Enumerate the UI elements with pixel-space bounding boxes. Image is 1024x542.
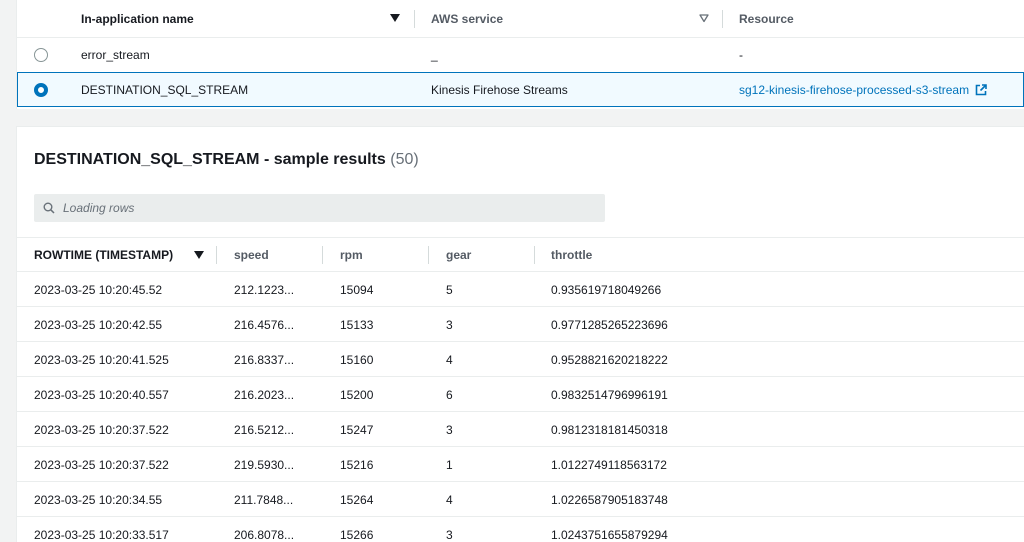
column-header-service-label: AWS service	[431, 12, 504, 26]
cell-rpm: 15216	[340, 457, 374, 472]
caret-outline-down-icon[interactable]	[699, 14, 709, 23]
table-row[interactable]: 2023-03-25 10:20:41.525 216.8337... 1516…	[17, 342, 1024, 377]
cell-gear: 4	[446, 352, 453, 367]
resource-link[interactable]: sg12-kinesis-firehose-processed-s3-strea…	[739, 83, 969, 97]
column-header-rowtime[interactable]: ROWTIME (TIMESTAMP)	[34, 238, 173, 271]
cell-speed: 206.8078...	[234, 527, 295, 542]
streams-table: In-application name AWS service Resource…	[16, 0, 1024, 109]
cell-rpm: 15264	[340, 492, 374, 507]
cell-speed: 216.5212...	[234, 422, 295, 437]
column-header-rpm[interactable]: rpm	[340, 238, 363, 271]
column-header-throttle-label: throttle	[551, 247, 593, 262]
column-divider[interactable]	[216, 246, 217, 264]
table-row[interactable]: 2023-03-25 10:20:37.522 219.5930... 1521…	[17, 447, 1024, 482]
cell-speed: 211.7848...	[234, 492, 294, 507]
cell-speed: 212.1223...	[234, 282, 295, 297]
column-header-throttle[interactable]: throttle	[551, 238, 592, 271]
column-header-resource-label: Resource	[739, 12, 794, 26]
cell-rpm: 15266	[340, 527, 374, 542]
column-header-rowtime-label: ROWTIME (TIMESTAMP)	[34, 247, 174, 262]
cell-speed: 219.5930...	[234, 457, 295, 472]
stream-service: _	[431, 48, 438, 62]
cell-rowtime: 2023-03-25 10:20:42.55	[34, 317, 163, 332]
column-header-resource[interactable]: Resource	[739, 0, 794, 38]
column-divider[interactable]	[722, 10, 723, 28]
cell-rowtime: 2023-03-25 10:20:45.52	[34, 282, 163, 297]
column-header-name-label: In-application name	[81, 12, 194, 26]
column-divider[interactable]	[322, 246, 323, 264]
cell-rpm: 15094	[340, 282, 374, 297]
cell-gear: 3	[446, 317, 453, 332]
search-box[interactable]	[34, 194, 605, 222]
sample-results-panel: DESTINATION_SQL_STREAM - sample results …	[16, 126, 1024, 542]
results-count: (50)	[390, 151, 419, 168]
column-header-gear[interactable]: gear	[446, 238, 471, 271]
radio-button-selected[interactable]	[34, 83, 48, 97]
table-row[interactable]: 2023-03-25 10:20:34.55 211.7848... 15264…	[17, 482, 1024, 517]
stream-name: DESTINATION_SQL_STREAM	[81, 82, 249, 97]
cell-gear: 3	[446, 527, 453, 542]
cell-throttle: 0.9771285265223696	[551, 317, 668, 332]
stream-name: error_stream	[81, 48, 150, 62]
external-link-icon[interactable]	[975, 83, 987, 96]
cell-gear: 4	[446, 492, 453, 507]
cell-rowtime: 2023-03-25 10:20:34.55	[34, 492, 163, 507]
column-divider[interactable]	[414, 10, 415, 28]
stream-resource: -	[739, 48, 743, 62]
cell-gear: 3	[446, 422, 453, 437]
table-row[interactable]: 2023-03-25 10:20:40.557 216.2023... 1520…	[17, 377, 1024, 412]
caret-down-icon[interactable]	[194, 251, 204, 260]
search-input[interactable]	[63, 201, 543, 215]
cell-rpm: 15247	[340, 422, 374, 437]
cell-throttle: 1.0243751655879294	[551, 527, 668, 542]
cell-gear: 6	[446, 387, 453, 402]
cell-rowtime: 2023-03-25 10:20:41.525	[34, 352, 169, 367]
results-title-text: DESTINATION_SQL_STREAM - sample results	[34, 151, 386, 168]
column-header-name[interactable]: In-application name	[81, 0, 194, 38]
cell-rpm: 15160	[340, 352, 374, 367]
column-header-service[interactable]: AWS service	[431, 0, 503, 38]
stream-row-destination[interactable]: DESTINATION_SQL_STREAM Kinesis Firehose …	[17, 72, 1024, 107]
caret-down-icon[interactable]	[390, 14, 400, 23]
cell-rowtime: 2023-03-25 10:20:37.522	[34, 422, 169, 437]
cell-gear: 5	[446, 282, 453, 297]
radio-button[interactable]	[34, 48, 48, 62]
stream-resource-cell: sg12-kinesis-firehose-processed-s3-strea…	[739, 73, 987, 106]
column-divider[interactable]	[428, 246, 429, 264]
cell-throttle: 0.9528821620218222	[551, 352, 668, 367]
cell-throttle: 0.935619718049266	[551, 282, 662, 297]
column-header-speed[interactable]: speed	[234, 238, 269, 271]
column-divider[interactable]	[534, 246, 535, 264]
table-row[interactable]: 2023-03-25 10:20:37.522 216.5212... 1524…	[17, 412, 1024, 447]
stream-row-error[interactable]: error_stream _ -	[17, 38, 1024, 73]
cell-rowtime: 2023-03-25 10:20:40.557	[34, 387, 169, 402]
cell-speed: 216.4576...	[234, 317, 295, 332]
table-row[interactable]: 2023-03-25 10:20:33.517 206.8078... 1526…	[17, 517, 1024, 542]
search-icon	[43, 202, 55, 214]
cell-speed: 216.2023...	[234, 387, 295, 402]
table-row[interactable]: 2023-03-25 10:20:42.55 216.4576... 15133…	[17, 307, 1024, 342]
cell-rpm: 15200	[340, 387, 374, 402]
table-row[interactable]: 2023-03-25 10:20:45.52 212.1223... 15094…	[17, 272, 1024, 307]
streams-table-header: In-application name AWS service Resource	[17, 0, 1024, 38]
column-header-speed-label: speed	[234, 247, 269, 262]
stream-service: Kinesis Firehose Streams	[431, 82, 568, 97]
cell-gear: 1	[446, 457, 453, 472]
results-table-header: ROWTIME (TIMESTAMP) speed rpm gear throt…	[17, 237, 1024, 272]
cell-throttle: 0.9812318181450318	[551, 422, 668, 437]
cell-throttle: 0.9832514796996191	[551, 387, 668, 402]
cell-rpm: 15133	[340, 317, 374, 332]
cell-rowtime: 2023-03-25 10:20:37.522	[34, 457, 169, 472]
cell-rowtime: 2023-03-25 10:20:33.517	[34, 527, 169, 542]
cell-throttle: 1.0122749118563172	[551, 457, 667, 472]
column-header-rpm-label: rpm	[340, 247, 363, 262]
results-title: DESTINATION_SQL_STREAM - sample results …	[34, 151, 419, 169]
cell-speed: 216.8337...	[234, 352, 295, 367]
cell-throttle: 1.0226587905183748	[551, 492, 668, 507]
column-header-gear-label: gear	[446, 247, 472, 262]
page: In-application name AWS service Resource…	[0, 0, 1024, 542]
